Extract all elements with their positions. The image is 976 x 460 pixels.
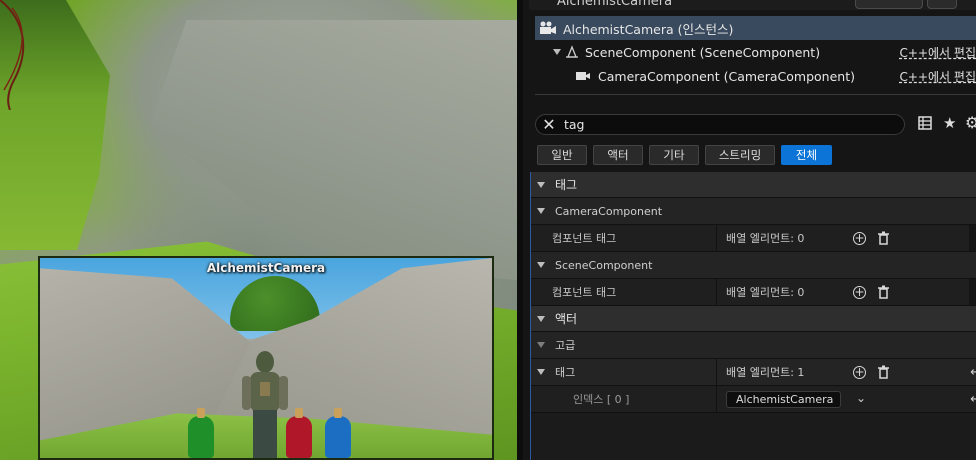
- rock-cliff: [150, 20, 517, 280]
- filter-all[interactable]: 전체: [781, 145, 832, 165]
- add-element-icon[interactable]: +: [853, 365, 866, 379]
- section-label: SceneComponent: [555, 258, 653, 272]
- column-divider[interactable]: [716, 279, 717, 305]
- array-count: 배열 엘리먼트: 1: [726, 366, 805, 379]
- row-edge: [969, 225, 976, 251]
- component-tree: AlchemistCamera (인스턴스) SceneComponent (S…: [535, 16, 976, 88]
- section-advanced[interactable]: 고급: [531, 332, 976, 359]
- filter-streaming[interactable]: 스트리밍: [705, 145, 775, 165]
- tag-value-select[interactable]: AlchemistCamera: [726, 391, 841, 408]
- delete-trash-icon[interactable]: [877, 285, 890, 299]
- tree-item-label: CameraComponent (CameraComponent): [598, 68, 855, 84]
- toolbar-button[interactable]: [855, 0, 923, 9]
- property-name: 컴포넌트 태그: [552, 232, 617, 245]
- property-component-tags: 컴포넌트 태그 배열 엘리먼트: 0 +: [531, 279, 976, 306]
- add-element-icon[interactable]: +: [853, 285, 866, 299]
- scene-component-icon: [566, 45, 578, 58]
- tree-item-scene-component[interactable]: SceneComponent (SceneComponent) C++에서 편집: [535, 40, 976, 64]
- table-view-icon[interactable]: [918, 116, 932, 130]
- delete-trash-icon[interactable]: [877, 365, 890, 379]
- level-viewport[interactable]: AlchemistCamera: [0, 0, 517, 460]
- tree-item-label: SceneComponent (SceneComponent): [585, 44, 821, 60]
- filter-tabs: 일반 액터 기타 스트리밍 전체: [537, 145, 832, 165]
- property-name: 태그: [555, 366, 576, 379]
- column-divider[interactable]: [716, 386, 717, 412]
- property-list: 태그 CameraComponent 컴포넌트 태그 배열 엘리먼트: 0 + …: [530, 172, 976, 460]
- property-name: 인덱스 [ 0 ]: [573, 393, 630, 406]
- collapse-arrow-icon[interactable]: [537, 208, 545, 214]
- category-label: 액터: [555, 312, 578, 326]
- filter-actor[interactable]: 액터: [593, 145, 643, 165]
- reset-arrow-icon[interactable]: ↩: [970, 365, 976, 380]
- clear-search-icon[interactable]: ✕: [536, 115, 562, 134]
- search-box[interactable]: ✕: [535, 114, 905, 135]
- panel-title-bar: AlchemistCamera: [529, 0, 976, 10]
- column-divider[interactable]: [716, 225, 717, 251]
- section-scene-component[interactable]: SceneComponent: [531, 252, 976, 279]
- collapse-arrow-icon[interactable]: [553, 49, 561, 55]
- property-tags: 태그 배열 엘리먼트: 1 + ↩: [531, 359, 976, 386]
- collapse-arrow-icon[interactable]: [537, 181, 545, 188]
- property-index-0: 인덱스 [ 0 ] AlchemistCamera ⌄ ↩: [531, 386, 976, 413]
- camera-component-icon: [576, 72, 590, 80]
- collapse-arrow-icon[interactable]: [537, 315, 545, 322]
- window-title: AlchemistCamera: [557, 0, 673, 9]
- array-count: 배열 엘리먼트: 0: [726, 232, 805, 245]
- tree-item-camera-component[interactable]: CameraComponent (CameraComponent) C++에서 …: [535, 64, 976, 88]
- divider: [535, 94, 976, 95]
- select-value: AlchemistCamera: [736, 393, 834, 406]
- blue-potion: [325, 408, 351, 458]
- section-camera-component[interactable]: CameraComponent: [531, 198, 976, 225]
- vine-decoration: [0, 0, 25, 110]
- preview-title: AlchemistCamera: [206, 261, 326, 275]
- reset-arrow-icon[interactable]: ↩: [970, 392, 976, 407]
- character-figure: [242, 351, 288, 458]
- details-panel: AlchemistCamera AlchemistCamera (인스턴스) S…: [517, 0, 976, 460]
- filter-general[interactable]: 일반: [537, 145, 587, 165]
- delete-trash-icon[interactable]: [877, 231, 890, 245]
- category-actor[interactable]: 액터: [531, 306, 976, 332]
- property-component-tags: 컴포넌트 태그 배열 엘리먼트: 0 +: [531, 225, 976, 252]
- toolbar-button-small[interactable]: [927, 0, 957, 9]
- section-label: 고급: [555, 339, 576, 352]
- favorite-star-icon[interactable]: ★: [943, 114, 956, 132]
- search-row: ✕ ★ ⚙: [535, 113, 976, 136]
- add-element-icon[interactable]: +: [853, 231, 866, 245]
- row-edge: [969, 279, 976, 305]
- collapse-arrow-icon[interactable]: [537, 369, 545, 375]
- tree-item-label: AlchemistCamera (인스턴스): [563, 21, 734, 37]
- search-input[interactable]: [562, 116, 866, 133]
- tree-item-actor[interactable]: AlchemistCamera (인스턴스): [535, 16, 976, 40]
- camera-actor-icon: [540, 21, 556, 34]
- property-name: 컴포넌트 태그: [552, 286, 617, 299]
- collapse-arrow-icon[interactable]: [537, 342, 545, 348]
- section-label: CameraComponent: [555, 204, 663, 218]
- category-label: 태그: [555, 178, 578, 192]
- red-potion: [286, 408, 312, 458]
- green-potion: [188, 408, 214, 458]
- array-count: 배열 엘리먼트: 0: [726, 286, 805, 299]
- dropdown-chevron-icon[interactable]: ⌄: [856, 391, 866, 405]
- settings-gear-icon[interactable]: ⚙: [965, 113, 976, 132]
- column-divider[interactable]: [716, 359, 717, 385]
- edit-in-cpp-link[interactable]: C++에서 편집: [900, 44, 976, 61]
- edit-in-cpp-link[interactable]: C++에서 편집: [900, 68, 976, 85]
- filter-misc[interactable]: 기타: [649, 145, 699, 165]
- camera-preview: AlchemistCamera: [38, 256, 494, 460]
- category-tags[interactable]: 태그: [531, 172, 976, 198]
- collapse-arrow-icon[interactable]: [537, 262, 545, 268]
